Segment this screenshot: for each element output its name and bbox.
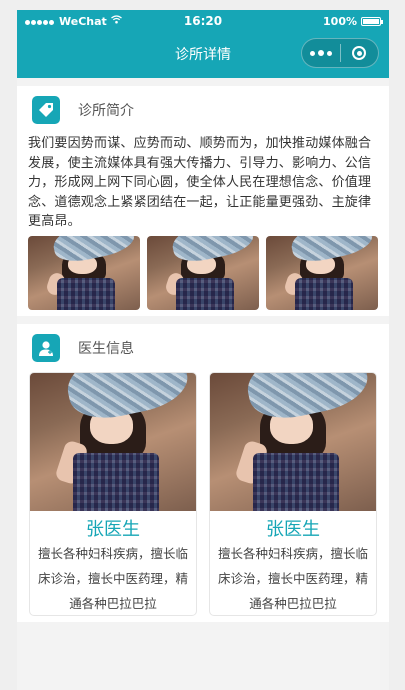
mini-program-capsule bbox=[301, 38, 379, 68]
doctor-icon bbox=[32, 333, 60, 362]
top-bar: WeChat 16:20 100% 诊所详情 bbox=[17, 10, 389, 78]
gallery-image[interactable] bbox=[266, 235, 378, 310]
clock: 16:20 bbox=[183, 14, 223, 28]
intro-heading: 诊所简介 bbox=[78, 103, 134, 119]
exit-button[interactable] bbox=[341, 46, 379, 60]
doctor-card[interactable]: 张医生 擅长各种妇科疾病，擅长临床诊治，擅长中医药理，精通各种巴拉巴拉 bbox=[209, 371, 377, 616]
doctor-name: 张医生 bbox=[86, 518, 140, 540]
doctor-name: 张医生 bbox=[266, 518, 320, 540]
phone-screen: WeChat 16:20 100% 诊所详情 诊所简介 我们要因势而谋、应势而动… bbox=[17, 10, 389, 690]
gallery-image[interactable] bbox=[147, 235, 259, 310]
doctor-photo bbox=[30, 372, 196, 511]
clinic-intro-section: 诊所简介 我们要因势而谋、应势而动、顺势而为，加快推动媒体融合发展，使主流媒体具… bbox=[17, 86, 389, 316]
intro-header: 诊所简介 bbox=[28, 86, 378, 134]
doctor-list: 张医生 擅长各种妇科疾病，擅长临床诊治，擅长中医药理，精通各种巴拉巴拉 张医生 … bbox=[28, 371, 378, 616]
more-menu-button[interactable] bbox=[302, 50, 340, 56]
doctor-header: 医生信息 bbox=[28, 324, 378, 372]
doctor-info-section: 医生信息 张医生 擅长各种妇科疾病，擅长临床诊治，擅长中医药理，精通各种巴拉巴拉… bbox=[17, 323, 389, 622]
status-bar: WeChat 16:20 100% bbox=[17, 10, 389, 32]
intro-text: 我们要因势而谋、应势而动、顺势而为，加快推动媒体融合发展，使主流媒体具有强大传播… bbox=[28, 136, 372, 229]
tag-icon bbox=[32, 96, 60, 124]
doctor-card[interactable]: 张医生 擅长各种妇科疾病，擅长临床诊治，擅长中医药理，精通各种巴拉巴拉 bbox=[29, 371, 197, 616]
doctor-description: 擅长各种妇科疾病，擅长临床诊治，擅长中医药理，精通各种巴拉巴拉 bbox=[217, 545, 368, 611]
doctor-description: 擅长各种妇科疾病，擅长临床诊治，擅长中医药理，精通各种巴拉巴拉 bbox=[37, 545, 188, 611]
gallery-image[interactable] bbox=[28, 235, 140, 310]
doctor-heading: 医生信息 bbox=[78, 340, 134, 357]
target-icon bbox=[352, 46, 367, 60]
doctor-photo bbox=[210, 372, 376, 511]
intro-gallery bbox=[28, 235, 378, 316]
battery-icon bbox=[361, 16, 383, 26]
